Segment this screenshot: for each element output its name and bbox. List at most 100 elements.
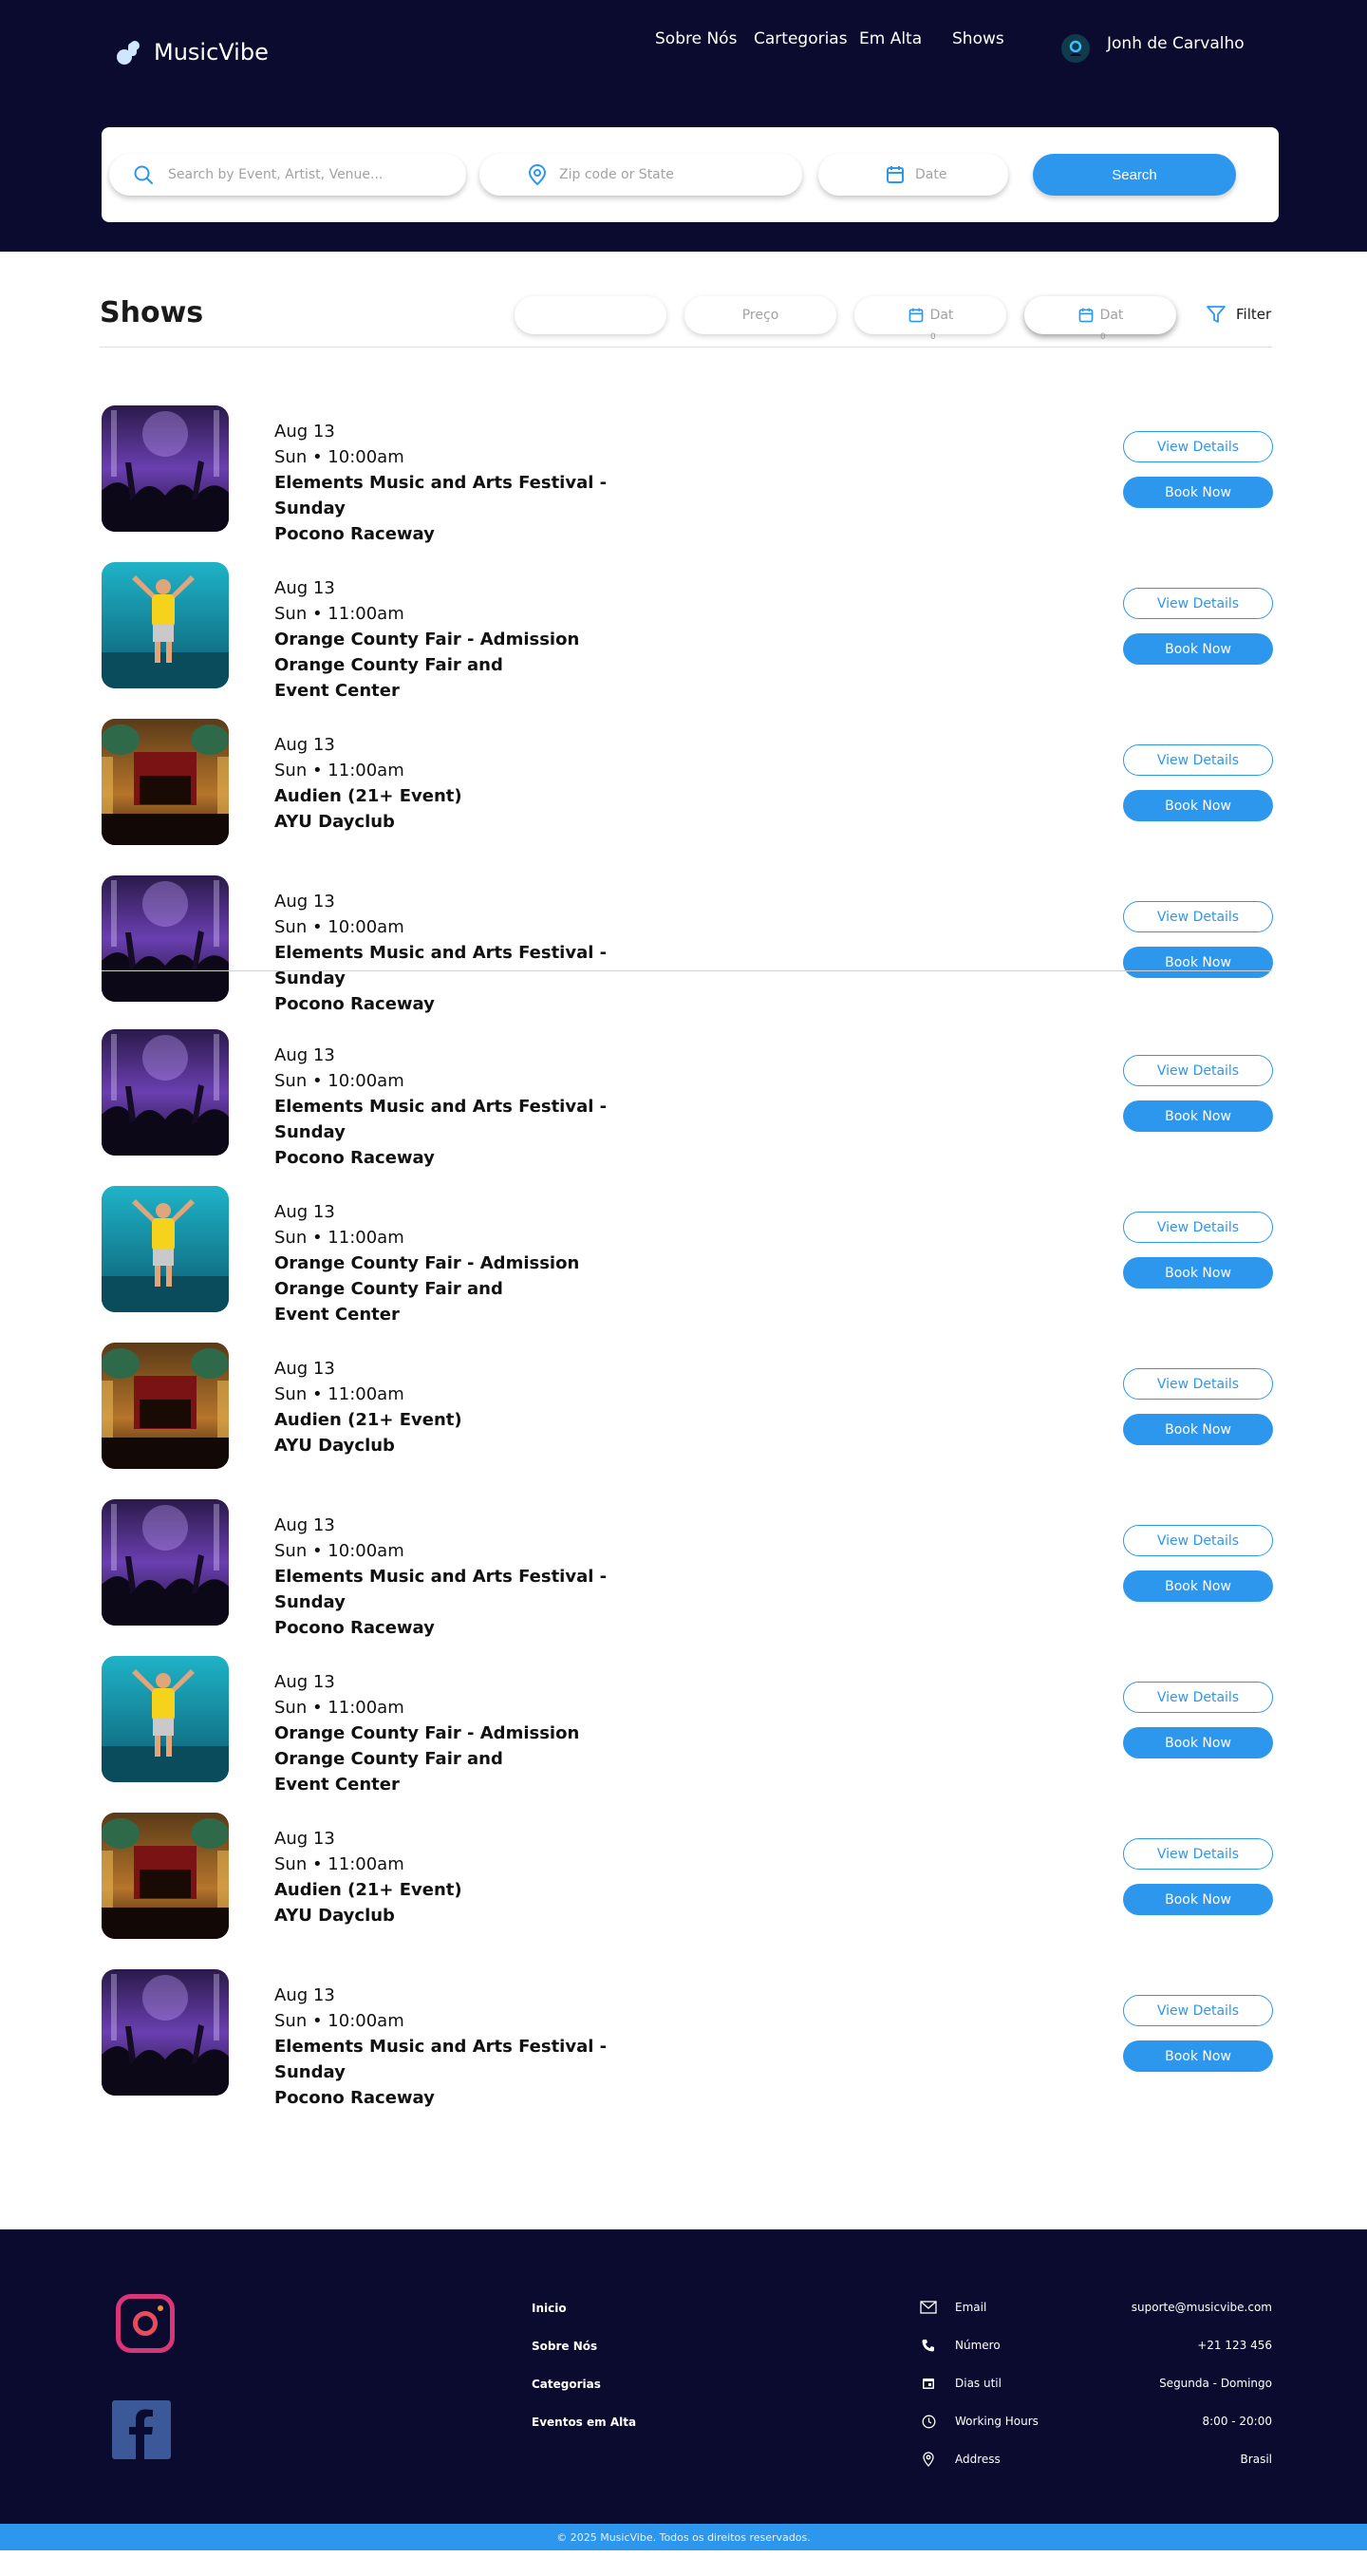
- contact-value: 8:00 - 20:00: [1202, 2415, 1273, 2428]
- event-date: Aug 13: [274, 735, 335, 755]
- event-title[interactable]: Orange County Fair - Admission: [274, 1250, 579, 1276]
- event-thumbnail[interactable]: [102, 1029, 229, 1156]
- location-input[interactable]: Zip code or State: [479, 154, 802, 196]
- event-time: Sun • 11:00am: [274, 761, 404, 780]
- search-icon: [134, 165, 153, 184]
- event-title[interactable]: Elements Music and Arts Festival - Sunda…: [274, 940, 673, 991]
- search-input[interactable]: Search by Event, Artist, Venue...: [109, 154, 466, 196]
- view-details-button[interactable]: View Details: [1123, 1682, 1273, 1713]
- event-title[interactable]: Audien (21+ Event): [274, 783, 462, 809]
- view-details-button[interactable]: View Details: [1123, 1212, 1273, 1243]
- event-time: Sun • 11:00am: [274, 1384, 404, 1404]
- nav-item-shows[interactable]: Shows: [952, 29, 1004, 48]
- event-thumbnail[interactable]: [102, 1499, 229, 1626]
- view-details-button[interactable]: View Details: [1123, 1055, 1273, 1086]
- event-thumbnail[interactable]: [102, 875, 229, 1002]
- book-now-button[interactable]: Book Now: [1123, 1100, 1273, 1132]
- contact-address: Address Brasil: [919, 2450, 1272, 2469]
- event-title[interactable]: Orange County Fair - Admission: [274, 627, 579, 652]
- book-now-button[interactable]: Book Now: [1123, 1570, 1273, 1602]
- contact-value[interactable]: suporte@musicvibe.com: [1132, 2301, 1272, 2314]
- view-details-button[interactable]: View Details: [1123, 744, 1273, 776]
- book-now-button[interactable]: Book Now: [1123, 2040, 1273, 2072]
- search-button[interactable]: Search: [1033, 154, 1236, 196]
- event-title[interactable]: Audien (21+ Event): [274, 1407, 462, 1433]
- event-venue: Pocono Raceway: [274, 2088, 435, 2108]
- date-from-marker: 0: [930, 332, 936, 342]
- nav-item-em-alta[interactable]: Em Alta: [859, 29, 922, 48]
- phone-icon: [919, 2336, 938, 2355]
- event-date: Aug 13: [274, 1985, 335, 2005]
- event-info: Aug 13 Sun • 10:00am Elements Music and Ar…: [274, 889, 673, 1017]
- filter-date-to[interactable]: Dat: [1024, 296, 1176, 334]
- event-time: Sun • 10:00am: [274, 1071, 404, 1091]
- view-details-button[interactable]: View Details: [1123, 1525, 1273, 1556]
- event-title[interactable]: Elements Music and Arts Festival - Sunda…: [274, 1564, 673, 1615]
- footer-link-inicio[interactable]: Inicio: [532, 2302, 567, 2315]
- event-thumbnail[interactable]: [102, 719, 229, 845]
- event-title[interactable]: Elements Music and Arts Festival - Sunda…: [274, 470, 673, 521]
- event-title[interactable]: Orange County Fair - Admission: [274, 1720, 579, 1746]
- event-date: Aug 13: [274, 1202, 335, 1222]
- search-placeholder: Search by Event, Artist, Venue...: [168, 167, 384, 182]
- event-title[interactable]: Elements Music and Arts Festival - Sunda…: [274, 2034, 673, 2085]
- nav-item-sobre-nos[interactable]: Sobre Nós: [655, 29, 737, 48]
- event-date: Aug 13: [274, 1829, 335, 1849]
- event-date: Aug 13: [274, 1359, 335, 1379]
- book-now-button[interactable]: Book Now: [1123, 1884, 1273, 1915]
- event-thumbnail[interactable]: [102, 1813, 229, 1939]
- date-placeholder: Date: [915, 167, 947, 182]
- filter-category-select[interactable]: [515, 296, 666, 334]
- event-thumbnail[interactable]: [102, 562, 229, 688]
- book-now-button[interactable]: Book Now: [1123, 1414, 1273, 1445]
- instagram-icon[interactable]: [116, 2294, 175, 2353]
- view-details-button[interactable]: View Details: [1123, 1368, 1273, 1400]
- calendar-icon: [908, 308, 923, 323]
- event-thumbnail[interactable]: [102, 1969, 229, 2096]
- event-venue: Pocono Raceway: [274, 994, 435, 1014]
- logo[interactable]: MusicVibe: [114, 38, 269, 66]
- view-details-button[interactable]: View Details: [1123, 1995, 1273, 2026]
- event-info: Aug 13 Sun • 11:00am Audien (21+ Event) AYU…: [274, 1826, 462, 1928]
- view-details-button[interactable]: View Details: [1123, 901, 1273, 932]
- book-now-button[interactable]: Book Now: [1123, 1727, 1273, 1758]
- filter-date-from[interactable]: Dat: [854, 296, 1006, 334]
- event-thumbnail[interactable]: [102, 1656, 229, 1782]
- event-venue: Orange County Fair and Event Center: [274, 1279, 503, 1325]
- event-title[interactable]: Elements Music and Arts Festival - Sunda…: [274, 1094, 673, 1145]
- book-now-button[interactable]: Book Now: [1123, 1257, 1273, 1288]
- view-details-button[interactable]: View Details: [1123, 588, 1273, 619]
- footer-link-categorias[interactable]: Categorias: [532, 2378, 601, 2391]
- view-details-button[interactable]: View Details: [1123, 1838, 1273, 1870]
- user-menu[interactable]: Jonh de Carvalho: [1061, 25, 1245, 63]
- facebook-icon[interactable]: [112, 2400, 171, 2459]
- event-title[interactable]: Audien (21+ Event): [274, 1877, 462, 1903]
- event-info: Aug 13 Sun • 11:00am Orange County Fair - …: [274, 1669, 579, 1797]
- event-time: Sun • 10:00am: [274, 917, 404, 937]
- filter-date-to-label: Dat: [1099, 308, 1124, 323]
- footer-link-sobre-nos[interactable]: Sobre Nós: [532, 2340, 597, 2353]
- event-info: Aug 13 Sun • 10:00am Elements Music and Ar…: [274, 419, 673, 547]
- book-now-button[interactable]: Book Now: [1123, 633, 1273, 665]
- event-time: Sun • 11:00am: [274, 1698, 404, 1718]
- filter-price-select[interactable]: Preço: [684, 296, 836, 334]
- date-input[interactable]: Date: [818, 154, 1008, 196]
- view-details-button[interactable]: View Details: [1123, 431, 1273, 462]
- footer-link-eventos-em-alta[interactable]: Eventos em Alta: [532, 2416, 636, 2429]
- nav-item-categorias[interactable]: Cartegorias: [754, 29, 848, 48]
- event-row: Aug 13 Sun • 11:00am Audien (21+ Event) AYU…: [100, 1813, 1273, 1946]
- event-row: Aug 13 Sun • 11:00am Orange County Fair - …: [100, 1656, 1273, 1795]
- book-now-button[interactable]: Book Now: [1123, 947, 1273, 978]
- event-thumbnail[interactable]: [102, 1343, 229, 1469]
- book-now-button[interactable]: Book Now: [1123, 790, 1273, 821]
- contact-value: +21 123 456: [1197, 2339, 1272, 2352]
- user-icon: [1069, 40, 1082, 56]
- contact-label: Address: [955, 2453, 1001, 2466]
- avatar[interactable]: [1061, 34, 1090, 63]
- location-icon: [919, 2450, 938, 2469]
- location-placeholder: Zip code or State: [559, 167, 674, 182]
- event-thumbnail[interactable]: [102, 405, 229, 532]
- event-thumbnail[interactable]: [102, 1186, 229, 1312]
- filter-button[interactable]: Filter: [1206, 304, 1271, 325]
- book-now-button[interactable]: Book Now: [1123, 477, 1273, 508]
